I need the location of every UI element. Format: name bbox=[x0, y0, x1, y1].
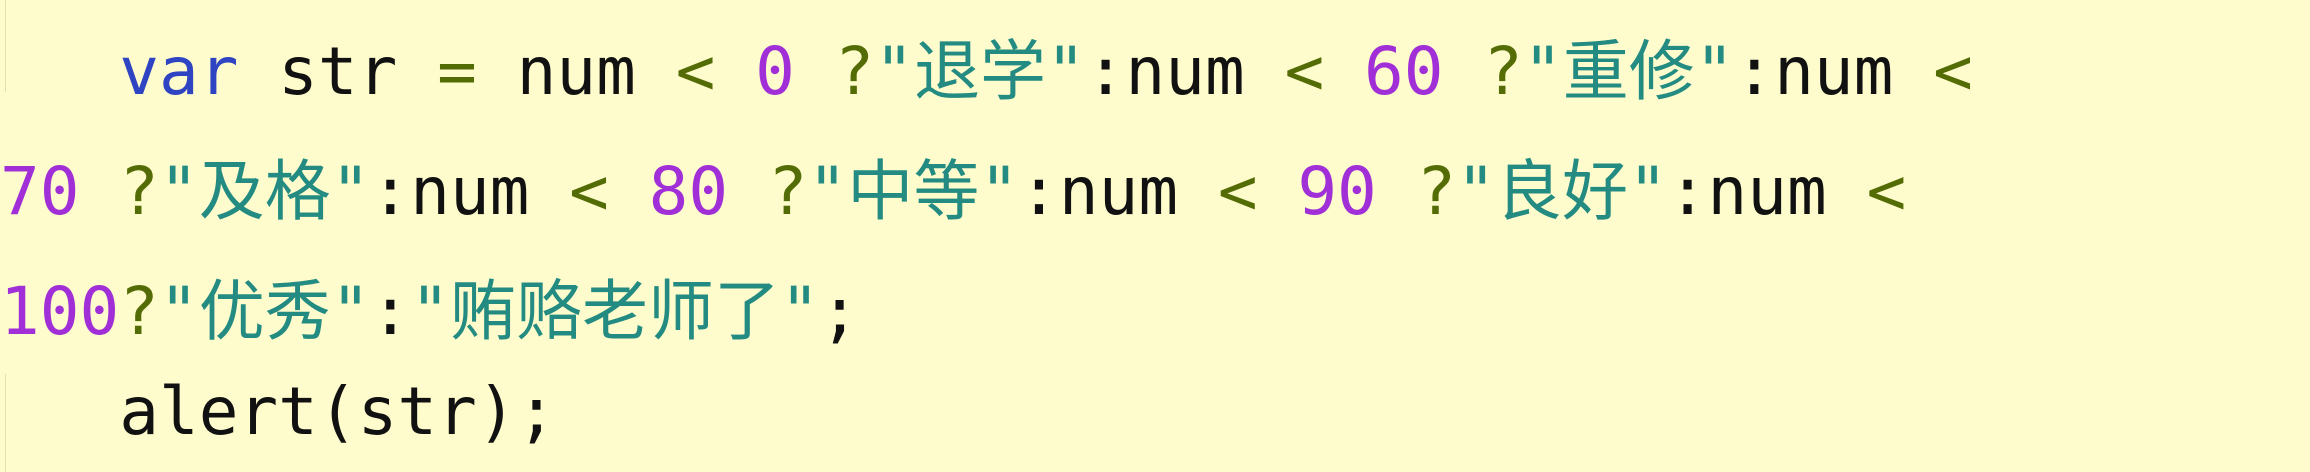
code-number-literal: 90 bbox=[1297, 153, 1377, 230]
code-operator: < bbox=[569, 153, 609, 230]
code-text: :num bbox=[1734, 33, 1934, 110]
code-operator: < bbox=[1866, 153, 1907, 230]
code-number-literal: 70 bbox=[0, 153, 80, 230]
code-text: : bbox=[370, 273, 411, 350]
code-text: str bbox=[238, 33, 438, 110]
code-operator: = bbox=[437, 33, 477, 110]
code-string-literal: "优秀" bbox=[158, 273, 371, 350]
code-editor[interactable]: var str = num < 0 ?"退学":num < 60 ?"重修":n… bbox=[0, 0, 2310, 472]
code-number-literal: 80 bbox=[648, 153, 729, 230]
code-text: :num bbox=[1667, 153, 1867, 230]
code-line-4: alert(str); bbox=[0, 352, 556, 472]
code-operator: ? bbox=[767, 153, 808, 230]
code-text: ; bbox=[819, 273, 860, 350]
code-text: :num bbox=[1085, 33, 1285, 110]
code-string-literal: "良好" bbox=[1456, 153, 1668, 230]
code-operator: < bbox=[1933, 33, 1973, 110]
code-keyword: var bbox=[119, 33, 239, 110]
code-operator: ? bbox=[1416, 153, 1457, 230]
code-text: num bbox=[476, 33, 676, 110]
code-operator: ? bbox=[1483, 33, 1523, 110]
code-string-literal: "及格" bbox=[158, 153, 371, 230]
code-line-1: var str = num < 0 ?"退学":num < 60 ?"重修":n… bbox=[0, 12, 1973, 132]
code-operator: < bbox=[675, 33, 716, 110]
code-text: :num bbox=[370, 153, 570, 230]
code-text: alert(str); bbox=[119, 373, 557, 450]
code-string-literal: "退学" bbox=[874, 33, 1086, 110]
code-operator: ? bbox=[119, 153, 159, 230]
code-text: :num bbox=[1019, 153, 1218, 230]
code-operator: ? bbox=[119, 273, 159, 350]
code-string-literal: "中等" bbox=[807, 153, 1020, 230]
code-number-literal: 100 bbox=[0, 273, 120, 350]
code-string-literal: "贿赂老师了" bbox=[410, 273, 820, 350]
code-number-literal: 0 bbox=[755, 33, 795, 110]
code-operator: ? bbox=[834, 33, 875, 110]
code-line-2: 70 ?"及格":num < 80 ?"中等":num < 90 ?"良好":n… bbox=[0, 132, 1906, 252]
code-operator: < bbox=[1284, 33, 1325, 110]
code-number-literal: 60 bbox=[1363, 33, 1444, 110]
code-string-literal: "重修" bbox=[1522, 33, 1735, 110]
code-operator: < bbox=[1217, 153, 1258, 230]
